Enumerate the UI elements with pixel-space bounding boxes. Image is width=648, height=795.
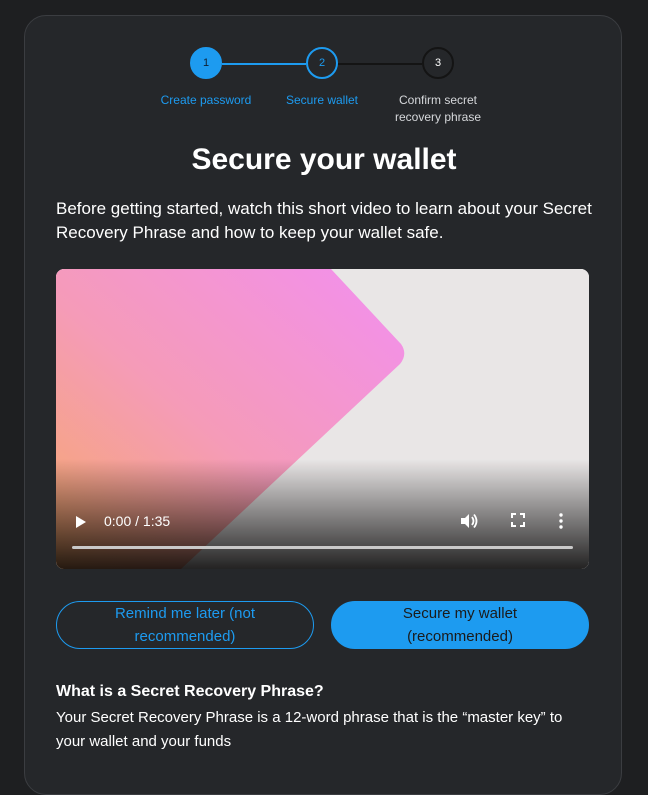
step-1-circle: 1 (190, 47, 222, 79)
page-title: Secure your wallet (191, 143, 457, 176)
faq-heading: What is a Secret Recovery Phrase? (56, 683, 324, 700)
secure-my-wallet-button[interactable]: Secure my wallet (recommended) (331, 601, 589, 649)
more-vertical-icon[interactable] (558, 513, 564, 529)
play-icon[interactable] (74, 515, 88, 529)
step-2-label: Secure wallet (285, 93, 359, 107)
step-2-circle: 2 (306, 47, 338, 79)
faq-body: Your Secret Recovery Phrase is a 12-word… (56, 709, 563, 750)
stepper-connector-2 (338, 63, 422, 65)
progress-stepper: 1 2 3 Create password Secure wallet Conf… (0, 0, 648, 130)
stepper-connector-1 (222, 63, 306, 65)
video-player[interactable]: 0:00 / 1:35 (56, 269, 589, 569)
step-3-circle: 3 (422, 47, 454, 79)
volume-icon[interactable] (460, 513, 478, 529)
video-progress-bar[interactable] (72, 546, 573, 549)
remind-me-later-button[interactable]: Remind me later (not recommended) (56, 601, 314, 649)
step-3-label: Confirm secret recovery phrase (394, 93, 482, 124)
fullscreen-icon[interactable] (511, 513, 525, 527)
intro-text: Before getting started, watch this short… (56, 199, 592, 242)
step-1-label: Create password (160, 93, 252, 107)
video-time: 0:00 / 1:35 (104, 513, 171, 529)
